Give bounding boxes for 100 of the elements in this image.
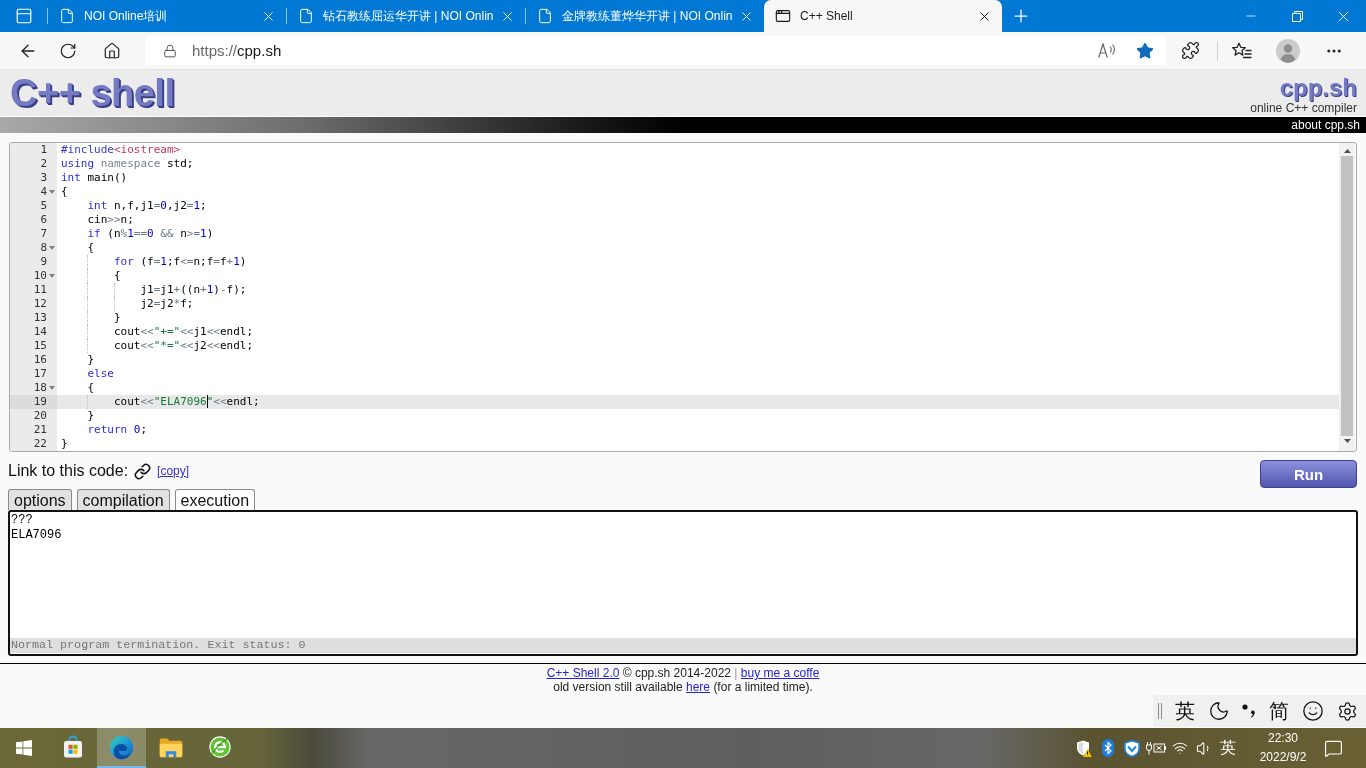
profile-avatar-icon[interactable] — [1276, 38, 1300, 63]
window-icon — [775, 8, 791, 24]
settings-icon[interactable] — [1336, 700, 1358, 722]
fold-caret-icon[interactable] — [49, 274, 55, 278]
wifi-icon[interactable] — [1172, 740, 1188, 756]
line-number: 8 — [39, 241, 47, 255]
line-number: 7 — [39, 227, 47, 241]
address-field[interactable]: https://cpp.sh — [145, 36, 1166, 65]
footer-link[interactable]: here — [686, 680, 711, 694]
shield-check-icon[interactable] — [1124, 739, 1140, 757]
line-number: 17 — [32, 367, 47, 381]
output-tab[interactable]: execution — [174, 489, 256, 510]
puzzle-piece-icon[interactable] — [1180, 41, 1200, 60]
line-number: 16 — [32, 353, 47, 367]
link-label: Link to this code: — [8, 462, 129, 480]
line-number: 15 — [32, 339, 47, 353]
output-tab[interactable]: options — [8, 489, 72, 510]
document-icon — [537, 8, 553, 24]
line-number: 10 — [32, 269, 47, 283]
code-line: j2=j2*f; — [57, 297, 1339, 311]
vertical-scrollbar[interactable] — [1339, 143, 1355, 451]
line-number: 18 — [32, 381, 47, 395]
smiley-icon[interactable] — [1302, 700, 1325, 722]
favorites-list-icon[interactable] — [1232, 42, 1252, 59]
language-mode-toggle[interactable]: 英 — [1174, 699, 1195, 723]
shield-warning-icon[interactable] — [1076, 739, 1092, 757]
fold-caret-icon[interactable] — [49, 246, 55, 250]
line-number: 5 — [39, 199, 47, 213]
fold-caret-icon[interactable] — [49, 190, 55, 194]
line-number: 11 — [32, 283, 47, 297]
output-line: ELA7096 — [10, 528, 63, 543]
run-button[interactable]: Run — [1260, 460, 1357, 488]
code-line: cout<<"+="<<j1<<endl; — [57, 325, 1339, 339]
lock-icon[interactable] — [163, 43, 177, 58]
code-line: int main() — [60, 171, 129, 185]
line-number: 20 — [32, 409, 47, 423]
moon-icon[interactable] — [1207, 700, 1230, 722]
read-aloud-icon[interactable] — [1098, 43, 1116, 58]
line-number: 2 — [39, 157, 47, 171]
footer-note: old version still available here (for a limited time). — [553, 680, 813, 694]
code-line: for (f=1;f<=n;f=f+1) — [57, 255, 1339, 269]
scroll-up-arrow-icon[interactable] — [1343, 149, 1351, 153]
line-number: 14 — [32, 325, 47, 339]
scrollbar-thumb[interactable] — [1341, 156, 1353, 436]
line-number: 12 — [32, 297, 47, 311]
browser-tab[interactable]: 金牌教练董烨华开讲 | NOI Onlin — [526, 0, 764, 32]
refresh-icon[interactable] — [58, 41, 77, 60]
tab-actions-icon[interactable] — [14, 7, 33, 25]
code-line: { — [57, 269, 1339, 283]
browser-tab[interactable]: NOI Online培训 — [48, 0, 286, 32]
chain-link-icon[interactable] — [134, 462, 152, 480]
bluetooth-icon[interactable] — [1102, 739, 1114, 757]
code-line: { — [86, 381, 96, 395]
footer-link[interactable]: C++ Shell 2.0 — [546, 666, 620, 680]
line-number: 3 — [39, 171, 47, 185]
site-name: cpp.sh — [1279, 75, 1357, 101]
code-line: using namespace std; — [60, 157, 195, 171]
code-line: { — [86, 241, 96, 255]
code-line: return 0; — [86, 423, 149, 437]
code-line: } — [60, 437, 69, 451]
taskbar-clock[interactable]: 22:30 2022/9/2 — [1252, 728, 1314, 768]
document-icon — [59, 8, 75, 24]
punctuation-icon[interactable] — [1242, 704, 1257, 718]
line-number: 9 — [39, 255, 47, 269]
code-line: else — [86, 367, 115, 381]
code-line: cout<<"*="<<j2<<endl; — [57, 339, 1339, 353]
footer-link[interactable]: buy me a coffe — [740, 666, 820, 680]
code-line: { — [60, 185, 69, 199]
script-toggle[interactable]: 简 — [1269, 699, 1290, 723]
line-number: 21 — [32, 423, 47, 437]
input-language[interactable]: 英 — [1216, 738, 1240, 758]
code-line: } — [57, 311, 1339, 325]
code-line: } — [86, 409, 96, 423]
restore-icon[interactable] — [1291, 10, 1303, 22]
browser-tab[interactable]: 钻石教练屈运华开讲 | NOI Onlin — [287, 0, 525, 32]
about-link[interactable]: about cpp.sh — [1291, 118, 1360, 132]
plug-battery-icon[interactable] — [1146, 741, 1166, 755]
line-number: 19 — [10, 395, 47, 409]
copy-link[interactable]: [copy] — [157, 464, 190, 478]
code-line: #include<iostream> — [60, 143, 182, 157]
start-menu-icon[interactable] — [16, 740, 32, 756]
folder-icon[interactable] — [158, 736, 183, 758]
code-line: j1=j1+((n+1)-f); — [57, 283, 1339, 297]
home-icon[interactable] — [102, 41, 121, 60]
browser-tab[interactable]: C++ Shell — [764, 0, 1002, 32]
scroll-down-arrow-icon[interactable] — [1343, 439, 1351, 443]
notification-icon[interactable] — [1323, 738, 1343, 758]
line-number: 22 — [32, 437, 47, 451]
output-tab[interactable]: compilation — [76, 489, 170, 510]
taskbar-button[interactable] — [97, 728, 146, 768]
fold-caret-icon[interactable] — [49, 386, 55, 390]
favorite-star-icon[interactable] — [1136, 41, 1154, 60]
document-icon — [298, 8, 314, 24]
code-line: } — [86, 353, 96, 367]
code-line: cin>>n; — [86, 213, 135, 227]
swirl-browser-icon[interactable] — [109, 734, 134, 760]
status-bar: Normal program termination. Exit status: 0 — [10, 638, 1356, 653]
letter-e-browser-icon[interactable] — [207, 735, 232, 759]
footer-credits: C++ Shell 2.0 © cpp.sh 2014-2022 | buy me a coffe — [546, 666, 820, 680]
grip-icon[interactable] — [1158, 703, 1162, 719]
